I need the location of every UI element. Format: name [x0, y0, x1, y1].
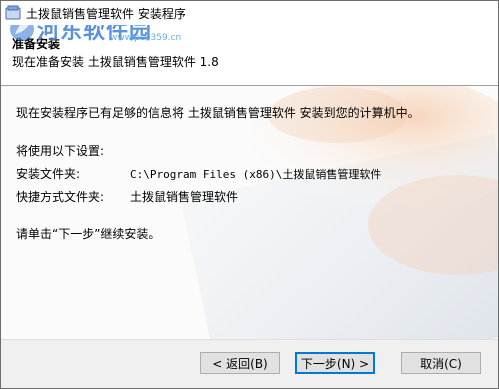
watermark-url: www.pc0359.cn	[110, 33, 182, 43]
wizard-footer: < 返回(B) 下一步(N) > 取消(C)	[1, 339, 498, 388]
shortcut-folder-value: 土拨鼠销售管理软件	[130, 190, 239, 204]
installer-window: 土拨鼠销售管理软件 安装程序 河东软件园 www.pc0359.cn 准备安装 …	[0, 0, 499, 389]
install-folder-value: C:\Program Files (x86)\土拨鼠销售管理软件	[130, 168, 382, 181]
background-keyboard-hands-image	[180, 85, 498, 345]
installer-app-icon	[5, 5, 21, 20]
next-button[interactable]: 下一步(N) >	[295, 352, 375, 374]
wizard-header: 河东软件园 www.pc0359.cn 准备安装 现在准备安装 土拨鼠销售管理软…	[1, 17, 498, 86]
window-title: 土拨鼠销售管理软件 安装程序	[26, 6, 186, 21]
shortcut-folder-label: 快捷方式文件夹:	[16, 190, 105, 204]
back-button[interactable]: < 返回(B)	[200, 352, 280, 374]
intro-text: 现在安装程序已有足够的信息将 土拨鼠销售管理软件 安装到您的计算机中。	[16, 106, 420, 120]
page-subtitle: 现在准备安装 土拨鼠销售管理软件 1.8	[12, 55, 219, 69]
install-folder-label: 安装文件夹:	[16, 167, 81, 181]
cancel-button[interactable]: 取消(C)	[401, 352, 481, 374]
instruction-text: 请单击“下一步”继续安装。	[16, 227, 161, 241]
title-bar: 土拨鼠销售管理软件 安装程序	[1, 1, 498, 25]
settings-heading: 将使用以下设置:	[16, 144, 105, 158]
wizard-content: 现在安装程序已有足够的信息将 土拨鼠销售管理软件 安装到您的计算机中。 将使用以…	[1, 85, 498, 345]
